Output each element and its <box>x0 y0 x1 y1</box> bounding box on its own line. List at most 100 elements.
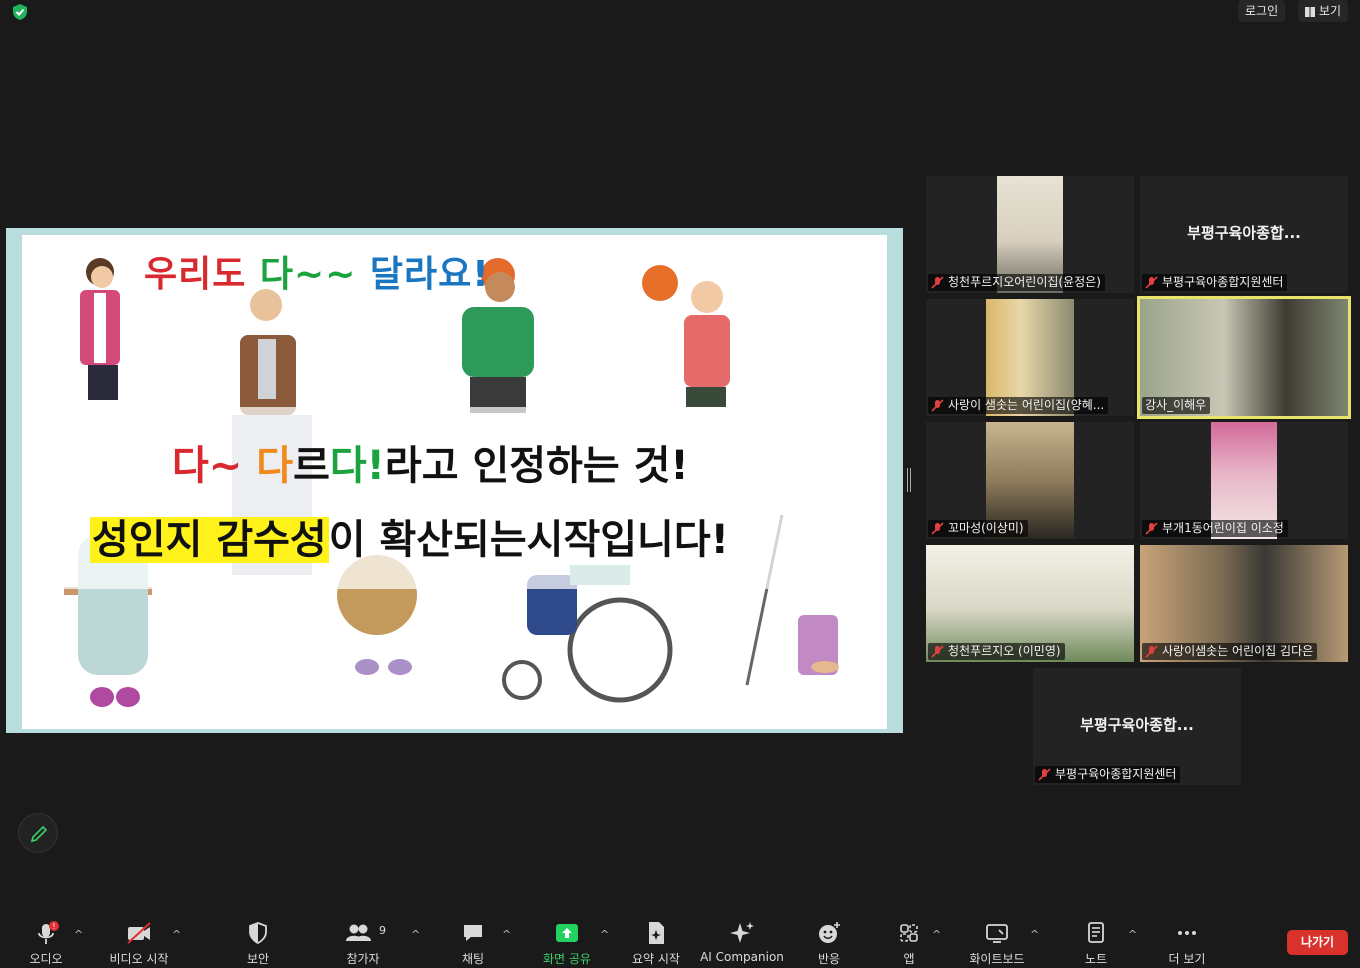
sparkle-icon <box>730 922 754 943</box>
reactions-button[interactable]: 반응 <box>812 920 846 967</box>
audio-label: 오디오 <box>29 952 63 966</box>
muted-mic-icon <box>931 645 944 658</box>
muted-mic-icon <box>1145 276 1158 289</box>
participant-name-label: 사랑이샘솟는 어린이집 김다은 <box>1142 643 1318 660</box>
participants-icon <box>346 924 371 941</box>
participant-tile[interactable]: 청천푸르지오어린이집(윤정은) <box>926 176 1134 293</box>
whiteboard-button[interactable]: 화이트보드 <box>964 920 1030 967</box>
apps-options-caret[interactable]: ^ <box>932 928 941 941</box>
participant-name: 사랑이샘솟는 어린이집 김다은 <box>1162 644 1314 658</box>
view-button[interactable]: 보기 <box>1298 0 1349 22</box>
apps-button[interactable]: 앱 <box>896 920 922 967</box>
whiteboard-icon <box>986 924 1008 943</box>
video-button[interactable]: 비디오 시작 <box>104 920 174 967</box>
slide-title: 우리도 다~~ 달라요! <box>144 245 490 297</box>
participant-display-name: 부평구육아종합... <box>1187 224 1301 242</box>
share-screen-icon <box>556 924 578 942</box>
participant-tile[interactable]: 부평구육아종합... 부평구육아종합지원센터 <box>1140 176 1348 293</box>
video-label: 비디오 시작 <box>109 952 169 966</box>
participant-tile[interactable]: 청천푸르지오 (이민영) <box>926 545 1134 662</box>
notes-options-caret[interactable]: ^ <box>1128 928 1137 941</box>
line1-part-1: 다~ <box>172 443 257 489</box>
participant-name: 청천푸르지오 (이민영) <box>948 644 1061 658</box>
participant-tile[interactable]: 사랑이샘솟는 어린이집 김다은 <box>1140 545 1348 662</box>
chat-options-caret[interactable]: ^ <box>502 928 511 941</box>
notes-icon <box>1088 922 1104 943</box>
share-screen-button[interactable]: 화면 공유 <box>538 920 596 967</box>
more-button[interactable]: 더 보기 <box>1164 920 1210 967</box>
participant-name: 강사_이해우 <box>1145 398 1207 412</box>
annotate-button[interactable] <box>18 813 58 853</box>
muted-mic-icon <box>1145 522 1158 535</box>
participant-name-label: 강사_이해우 <box>1142 397 1211 414</box>
share-options-caret[interactable]: ^ <box>600 928 609 941</box>
summary-label: 요약 시작 <box>632 952 680 966</box>
login-button[interactable]: 로그인 <box>1238 0 1286 22</box>
participant-tile[interactable]: 사랑이 샘솟는 어린이집(양혜... <box>926 299 1134 416</box>
participant-name: 부개1동어린이집 이소정 <box>1162 521 1284 535</box>
line1-part-5: 라고 인정하는 것! <box>384 443 689 489</box>
slide-title-part-3: 달라요! <box>369 254 490 295</box>
participant-display-name: 부평구육아종합... <box>1080 716 1194 734</box>
encryption-shield-icon[interactable] <box>11 3 29 21</box>
reactions-label: 반응 <box>817 952 841 966</box>
shared-screen: 우리도 다~~ 달라요! 다~ 다르다!라고 인정하는 것! 성인지 감수성이 … <box>6 228 903 733</box>
presentation-slide: 우리도 다~~ 달라요! 다~ 다르다!라고 인정하는 것! 성인지 감수성이 … <box>22 235 887 729</box>
participant-name: 청천푸르지오어린이집(윤정은) <box>948 275 1101 289</box>
apps-label: 앱 <box>903 952 915 966</box>
muted-mic-icon <box>931 522 944 535</box>
audio-button[interactable]: ! 오디오 <box>24 920 68 967</box>
participant-tile[interactable]: 부평구육아종합... 부평구육아종합지원센터 <box>1033 668 1241 785</box>
participant-name-label: 청천푸르지오 (이민영) <box>928 643 1065 660</box>
view-grid-icon <box>1305 6 1315 17</box>
meeting-toolbar: ! 오디오 ^ 비디오 시작 ^ 보안 참가자 9 ^ 채팅 ^ 화면 공유 ^… <box>0 912 1360 968</box>
security-button[interactable]: 보안 <box>240 920 276 967</box>
ai-companion-button[interactable]: AI Companion <box>700 920 784 964</box>
line2-rest: 이 확산되는시작입니다! <box>328 517 729 563</box>
participant-name: 사랑이 샘솟는 어린이집(양혜... <box>948 398 1105 412</box>
security-label: 보안 <box>246 952 270 966</box>
document-sparkle-icon <box>649 922 664 944</box>
summary-button[interactable]: 요약 시작 <box>628 920 684 967</box>
whiteboard-options-caret[interactable]: ^ <box>1030 928 1039 941</box>
participant-name: 꼬마성(이상미) <box>948 521 1024 535</box>
leave-button[interactable]: 나가기 <box>1287 930 1348 955</box>
participant-name-label: 부평구육아종합지원센터 <box>1142 274 1288 291</box>
share-screen-label: 화면 공유 <box>543 952 591 966</box>
notes-button[interactable]: 노트 <box>1082 920 1110 967</box>
view-label: 보기 <box>1319 4 1342 18</box>
participant-name-label: 청천푸르지오어린이집(윤정은) <box>928 274 1105 291</box>
panel-resize-handle[interactable] <box>907 468 911 492</box>
slide-line-2: 성인지 감수성이 확산되는시작입니다! <box>90 507 729 565</box>
notes-label: 노트 <box>1084 952 1108 966</box>
participant-name-label: 사랑이 샘솟는 어린이집(양혜... <box>928 397 1109 414</box>
slide-title-part-2: 다~~ <box>259 254 370 295</box>
participant-tile-active-speaker[interactable]: 강사_이해우 <box>1137 296 1351 419</box>
microphone-icon: ! <box>38 921 59 944</box>
participant-tile[interactable]: 꼬마성(이상미) <box>926 422 1134 539</box>
line1-part-3: 르 <box>293 443 330 489</box>
audio-options-caret[interactable]: ^ <box>74 928 83 941</box>
chat-button[interactable]: 채팅 <box>456 920 490 967</box>
shield-icon <box>249 922 267 945</box>
participants-options-caret[interactable]: ^ <box>411 928 420 941</box>
participant-tile[interactable]: 부개1동어린이집 이소정 <box>1140 422 1348 539</box>
muted-mic-icon <box>1038 768 1051 781</box>
participant-name-label: 부평구육아종합지원센터 <box>1035 766 1181 783</box>
muted-mic-icon <box>931 399 944 412</box>
chat-bubble-icon <box>464 925 482 941</box>
line2-highlight: 성인지 감수성 <box>90 517 329 563</box>
slide-title-part-1: 우리도 <box>144 254 260 295</box>
video-off-icon <box>127 922 151 944</box>
participant-name-label: 부개1동어린이집 이소정 <box>1142 520 1288 537</box>
line1-part-4: 다! <box>329 443 385 489</box>
participant-name: 부평구육아종합지원센터 <box>1055 767 1177 781</box>
chat-label: 채팅 <box>461 952 485 966</box>
ai-companion-label: AI Companion <box>700 950 784 964</box>
pencil-icon <box>30 825 48 843</box>
video-options-caret[interactable]: ^ <box>172 928 181 941</box>
svg-text:!: ! <box>52 922 55 931</box>
participant-name: 부평구육아종합지원센터 <box>1162 275 1284 289</box>
apps-icon <box>900 924 918 942</box>
more-label: 더 보기 <box>1168 952 1206 966</box>
